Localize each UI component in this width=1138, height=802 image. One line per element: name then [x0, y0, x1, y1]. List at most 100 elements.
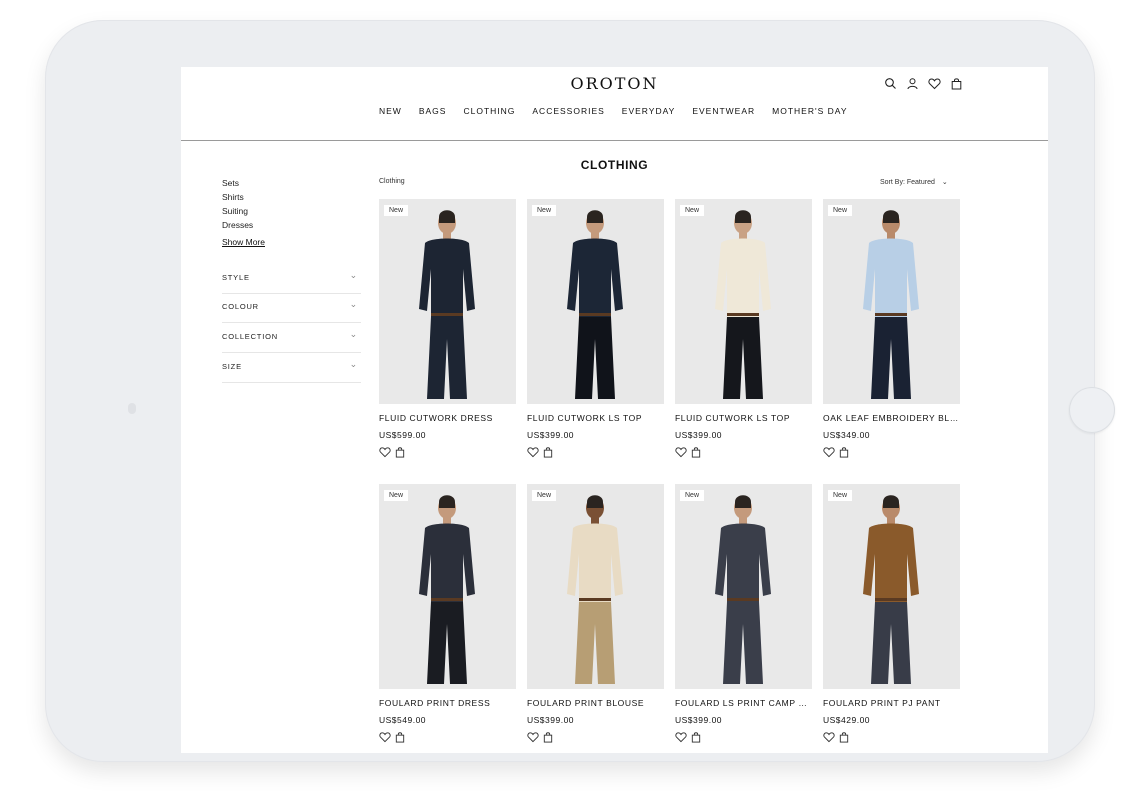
product-price: US$599.00	[379, 430, 427, 440]
nav-clothing[interactable]: CLOTHING	[463, 106, 515, 116]
new-badge: New	[680, 205, 705, 216]
nav-accessories[interactable]: ACCESSORIES	[532, 106, 604, 116]
product-image[interactable]	[379, 484, 516, 689]
wishlist-icon[interactable]	[379, 446, 391, 458]
add-to-bag-icon[interactable]	[542, 446, 554, 458]
search-icon[interactable]	[884, 77, 897, 90]
product-price: US$399.00	[675, 430, 723, 440]
tablet-frame: OROTON NEW BAGS CLOTHING ACCESSORIES EVE…	[45, 20, 1115, 762]
product-price: US$429.00	[823, 715, 871, 725]
nav-new[interactable]: NEW	[379, 106, 402, 116]
product-card[interactable]: New FOULARD PRINT DRESS US$549.00	[379, 484, 516, 743]
add-to-bag-icon[interactable]	[394, 731, 406, 743]
filter-collection[interactable]: COLLECTION ⌄	[222, 323, 361, 353]
product-name[interactable]: FLUID CUTWORK LS TOP	[675, 413, 812, 423]
product-image-wrap[interactable]: New	[823, 484, 960, 689]
product-actions	[379, 731, 516, 743]
product-image-wrap[interactable]: New	[527, 199, 664, 404]
product-actions	[823, 446, 960, 458]
filter-style[interactable]: STYLE ⌄	[222, 264, 361, 294]
sort-label: Sort By: Featured	[880, 179, 935, 186]
nav-mothers-day[interactable]: MOTHER'S DAY	[772, 106, 847, 116]
filter-colour[interactable]: COLOUR ⌄	[222, 293, 361, 323]
chevron-down-icon: ⌄	[941, 179, 948, 186]
filter-size-label: SIZE	[222, 362, 242, 371]
tablet-home-button	[1069, 387, 1115, 433]
product-image-wrap[interactable]: New	[675, 484, 812, 689]
product-image-wrap[interactable]: New	[527, 484, 664, 689]
product-image[interactable]	[379, 199, 516, 404]
product-image[interactable]	[527, 484, 664, 689]
category-sets[interactable]: Sets	[222, 176, 362, 190]
nav-bags[interactable]: BAGS	[419, 106, 447, 116]
product-card[interactable]: New FOULARD PRINT PJ PANT US$429.00	[823, 484, 960, 743]
product-name[interactable]: FOULARD LS PRINT CAMP S...	[675, 698, 812, 708]
product-card[interactable]: New OAK LEAF EMBROIDERY BLO... US$349.00	[823, 199, 960, 458]
wishlist-icon[interactable]	[675, 446, 687, 458]
filter-collection-label: COLLECTION	[222, 332, 278, 341]
product-image-wrap[interactable]: New	[823, 199, 960, 404]
wishlist-icon[interactable]	[379, 731, 391, 743]
new-badge: New	[532, 205, 557, 216]
product-name[interactable]: FOULARD PRINT PJ PANT	[823, 698, 960, 708]
product-name[interactable]: FLUID CUTWORK LS TOP	[527, 413, 664, 423]
product-price: US$399.00	[675, 715, 723, 725]
product-name[interactable]: OAK LEAF EMBROIDERY BLO...	[823, 413, 960, 423]
new-badge: New	[384, 490, 409, 501]
new-badge: New	[532, 490, 557, 501]
filter-size[interactable]: SIZE ⌄	[222, 353, 361, 383]
page-title: CLOTHING	[580, 158, 649, 172]
category-shirts[interactable]: Shirts	[222, 190, 362, 204]
filter-style-label: STYLE	[222, 273, 250, 282]
add-to-bag-icon[interactable]	[394, 446, 406, 458]
product-card[interactable]: New FLUID CUTWORK DRESS US$599.00	[379, 199, 516, 458]
product-image[interactable]	[823, 484, 960, 689]
product-name[interactable]: FOULARD PRINT DRESS	[379, 698, 516, 708]
nav-everyday[interactable]: EVERYDAY	[622, 106, 676, 116]
product-card[interactable]: New FOULARD LS PRINT CAMP S... US$399.00	[675, 484, 812, 743]
product-card[interactable]: New FLUID CUTWORK LS TOP US$399.00	[675, 199, 812, 458]
product-image-wrap[interactable]: New	[379, 484, 516, 689]
wishlist-icon[interactable]	[823, 731, 835, 743]
product-image-wrap[interactable]: New	[675, 199, 812, 404]
sort-dropdown[interactable]: Sort By: Featured ⌄	[880, 178, 948, 186]
wishlist-icon[interactable]	[527, 446, 539, 458]
new-badge: New	[828, 490, 853, 501]
product-card[interactable]: New FLUID CUTWORK LS TOP US$399.00	[527, 199, 664, 458]
bag-icon[interactable]	[950, 77, 963, 90]
category-suiting[interactable]: Suiting	[222, 204, 362, 218]
add-to-bag-icon[interactable]	[690, 731, 702, 743]
product-price: US$349.00	[823, 430, 871, 440]
product-actions	[675, 446, 812, 458]
product-actions	[675, 731, 812, 743]
add-to-bag-icon[interactable]	[838, 446, 850, 458]
add-to-bag-icon[interactable]	[690, 446, 702, 458]
product-price: US$399.00	[527, 430, 575, 440]
wishlist-icon[interactable]	[928, 77, 941, 90]
filter-colour-label: COLOUR	[222, 302, 259, 311]
tablet-camera	[128, 403, 136, 414]
breadcrumb[interactable]: Clothing	[379, 178, 405, 185]
wishlist-icon[interactable]	[527, 731, 539, 743]
wishlist-icon[interactable]	[675, 731, 687, 743]
product-name[interactable]: FLUID CUTWORK DRESS	[379, 413, 516, 423]
chevron-down-icon: ⌄	[349, 299, 358, 309]
category-dresses[interactable]: Dresses	[222, 218, 362, 232]
show-more-link[interactable]: Show More	[222, 237, 362, 247]
product-image[interactable]	[527, 199, 664, 404]
account-icon[interactable]	[906, 77, 919, 90]
product-image[interactable]	[823, 199, 960, 404]
product-image-wrap[interactable]: New	[379, 199, 516, 404]
nav-eventwear[interactable]: EVENTWEAR	[692, 106, 755, 116]
product-name[interactable]: FOULARD PRINT BLOUSE	[527, 698, 664, 708]
product-price: US$399.00	[527, 715, 575, 725]
new-badge: New	[384, 205, 409, 216]
product-image[interactable]	[675, 484, 812, 689]
chevron-down-icon: ⌄	[349, 359, 358, 369]
product-actions	[527, 731, 664, 743]
add-to-bag-icon[interactable]	[542, 731, 554, 743]
product-card[interactable]: New FOULARD PRINT BLOUSE US$399.00	[527, 484, 664, 743]
wishlist-icon[interactable]	[823, 446, 835, 458]
product-image[interactable]	[675, 199, 812, 404]
add-to-bag-icon[interactable]	[838, 731, 850, 743]
